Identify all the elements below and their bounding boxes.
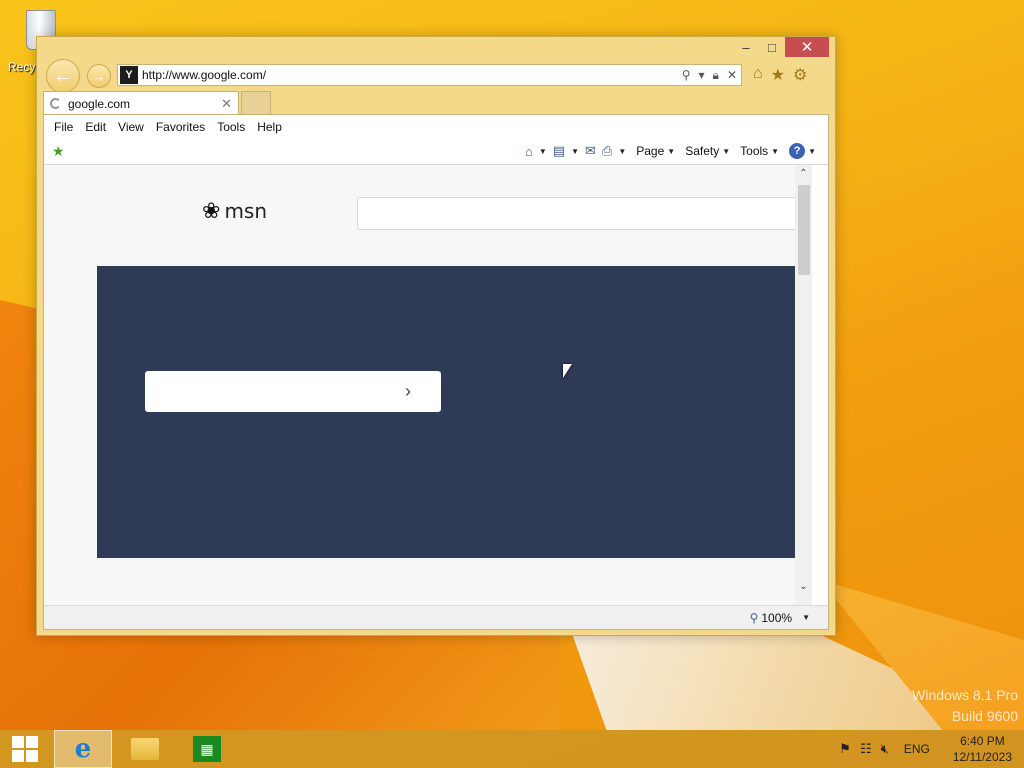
browser-toolbar-icons: ⌂ ★ ⚙ xyxy=(753,65,807,85)
menu-favorites[interactable]: Favorites xyxy=(150,120,211,134)
scroll-thumb[interactable] xyxy=(798,185,810,275)
mouse-cursor-icon xyxy=(563,364,572,378)
vertical-scrollbar[interactable]: ⌃ ⌄ xyxy=(795,165,812,605)
system-tray: ⚑ ☷ 🔇︎ ENG 6:40 PM 12/11/2023 xyxy=(839,730,1024,768)
menu-tools[interactable]: Tools xyxy=(211,120,251,134)
address-bar-icons: ⚲ ▾ 🔒︎ ✕ xyxy=(682,68,741,83)
scroll-up-icon[interactable]: ⌃ xyxy=(795,165,812,182)
taskbar-store[interactable]: ▦ xyxy=(178,730,236,768)
menu-help[interactable]: Help xyxy=(251,120,288,134)
start-button[interactable] xyxy=(0,730,50,768)
menu-file[interactable]: File xyxy=(48,120,79,134)
chevron-down-icon[interactable]: ▼ xyxy=(539,147,547,156)
safety-menu-label: Safety xyxy=(685,144,720,158)
close-button[interactable]: ✕ xyxy=(785,37,829,57)
page-menu-button[interactable]: Page ▼ xyxy=(636,144,675,158)
watermark-line1: Windows 8.1 Pro xyxy=(912,687,1018,703)
os-watermark: Windows 8.1 Pro Build 9600 xyxy=(912,685,1018,727)
chevron-down-icon: ▼ xyxy=(771,146,780,156)
browser-content-frame: File Edit View Favorites Tools Help ★ ⌂ … xyxy=(43,114,829,630)
tab-strip: google.com ✕ xyxy=(43,91,271,115)
taskbar-internet-explorer[interactable]: e xyxy=(54,730,112,768)
clock-time: 6:40 PM xyxy=(960,734,1005,748)
taskbar: e ▦ ⚑ ☷ 🔇︎ ENG 6:40 PM 12/11/2023 xyxy=(0,730,1024,768)
command-bar-right: ⌂ ▼ ▤ ▼ ✉ ⎙ ▼ Page ▼ Safety ▼ Tools ▼ ? … xyxy=(525,143,816,159)
search-icon[interactable]: ⚲ xyxy=(682,68,691,82)
read-mail-icon[interactable]: ✉ xyxy=(585,143,596,159)
print-icon[interactable]: ⎙ xyxy=(602,143,612,159)
back-arrow-icon: ← xyxy=(53,64,73,87)
menu-edit[interactable]: Edit xyxy=(79,120,112,134)
hero-banner: › xyxy=(97,266,811,558)
search-input[interactable] xyxy=(357,197,812,230)
chevron-down-icon: ▼ xyxy=(722,146,731,156)
chevron-down-icon[interactable]: ▼ xyxy=(571,147,579,156)
caption-buttons: – □ ✕ xyxy=(733,37,829,57)
msn-butterfly-icon: ❀ xyxy=(202,198,221,223)
chevron-down-icon: ▼ xyxy=(808,146,816,156)
internet-explorer-icon: e xyxy=(74,734,92,764)
scroll-down-icon[interactable]: ⌄ xyxy=(795,578,812,595)
volume-muted-icon[interactable]: 🔇︎ xyxy=(881,741,889,757)
menu-bar: File Edit View Favorites Tools Help xyxy=(44,115,828,138)
tab-title: google.com xyxy=(68,96,131,111)
status-bar: ⚲ 100% ▼ xyxy=(44,605,828,629)
zoom-level: 100% xyxy=(761,610,793,625)
tools-menu-button[interactable]: Tools ▼ xyxy=(740,144,779,158)
address-url[interactable]: http://www.google.com/ xyxy=(142,68,682,82)
clock[interactable]: 6:40 PM 12/11/2023 xyxy=(953,733,1012,765)
help-icon: ? xyxy=(789,143,806,159)
settings-gear-icon[interactable]: ⚙ xyxy=(793,65,807,85)
zoom-control[interactable]: ⚲ 100% xyxy=(750,611,793,625)
zoom-icon: ⚲ xyxy=(749,610,759,625)
msn-logo[interactable]: ❀ msn xyxy=(202,198,267,224)
home-icon[interactable]: ⌂ xyxy=(525,144,533,159)
minimize-button[interactable]: – xyxy=(733,37,759,57)
maximize-button[interactable]: □ xyxy=(759,37,785,57)
zoom-dropdown-icon[interactable]: ▼ xyxy=(802,613,810,622)
site-favicon-icon: Y xyxy=(120,66,138,84)
tab-close-icon[interactable]: ✕ xyxy=(221,96,238,112)
address-bar[interactable]: Y http://www.google.com/ ⚲ ▾ 🔒︎ ✕ xyxy=(117,64,742,86)
loading-spinner-icon xyxy=(50,98,61,109)
lock-icon[interactable]: 🔒︎ xyxy=(713,68,719,83)
menu-view[interactable]: View xyxy=(112,120,150,134)
stop-icon[interactable]: ✕ xyxy=(727,68,737,82)
windows-logo-icon xyxy=(12,736,38,762)
tools-menu-label: Tools xyxy=(740,144,769,158)
safety-menu-button[interactable]: Safety ▼ xyxy=(685,144,730,158)
language-indicator[interactable]: ENG xyxy=(904,742,930,756)
forward-button[interactable]: → xyxy=(87,64,111,88)
home-icon[interactable]: ⌂ xyxy=(753,65,763,85)
page-menu-label: Page xyxy=(636,144,665,158)
ie-window: – □ ✕ ← → Y http://www.google.com/ ⚲ ▾ 🔒… xyxy=(36,36,836,636)
watermark-line2: Build 9600 xyxy=(951,708,1018,724)
store-icon: ▦ xyxy=(193,736,221,762)
hero-cta-button[interactable]: › xyxy=(145,371,441,412)
add-favorites-icon[interactable]: ★ xyxy=(52,143,65,160)
dropdown-arrow-icon[interactable]: ▾ xyxy=(699,68,705,82)
msn-logo-text: msn xyxy=(224,199,268,223)
chevron-down-icon: ▼ xyxy=(667,146,676,156)
action-center-flag-icon[interactable]: ⚑ xyxy=(839,741,851,757)
help-menu-button[interactable]: ? ▼ xyxy=(789,143,816,159)
command-bar: ★ ⌂ ▼ ▤ ▼ ✉ ⎙ ▼ Page ▼ Safety ▼ Tools ▼ … xyxy=(44,138,828,165)
network-icon[interactable]: ☷ xyxy=(860,741,872,757)
chevron-right-icon: › xyxy=(405,381,411,401)
back-button[interactable]: ← xyxy=(46,59,80,93)
favorites-star-icon[interactable]: ★ xyxy=(771,65,785,85)
new-tab-button[interactable] xyxy=(241,91,271,115)
tab-google[interactable]: google.com ✕ xyxy=(43,91,239,115)
chevron-down-icon[interactable]: ▼ xyxy=(618,147,626,156)
forward-arrow-icon: → xyxy=(92,68,106,84)
taskbar-file-explorer[interactable] xyxy=(116,730,174,768)
web-page: ❀ msn › ⌃ ⌄ xyxy=(44,165,812,605)
rss-feed-icon[interactable]: ▤ xyxy=(553,143,565,159)
file-explorer-icon xyxy=(131,738,159,760)
clock-date: 12/11/2023 xyxy=(952,750,1012,764)
